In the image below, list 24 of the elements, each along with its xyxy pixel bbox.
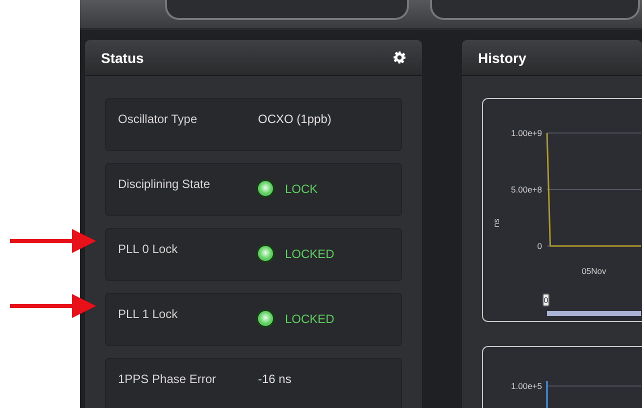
status-label: Disciplining State bbox=[118, 177, 212, 191]
panel-title: History bbox=[478, 50, 526, 66]
status-value: OCXO (1ppb) bbox=[258, 112, 332, 126]
y-axis-label: ns bbox=[492, 218, 501, 228]
top-tab[interactable] bbox=[430, 0, 640, 20]
y-tick-label: 5.00e+8 bbox=[511, 184, 542, 194]
status-label: PLL 1 Lock bbox=[118, 307, 179, 321]
y-tick-label: 0 bbox=[537, 241, 542, 251]
x-axis-label: 05Nov bbox=[582, 266, 606, 276]
top-tab[interactable] bbox=[165, 0, 409, 20]
status-value: -16 ns bbox=[258, 372, 292, 386]
y-tick-label: 1.00e+9 bbox=[511, 128, 542, 138]
status-value: LOCK bbox=[285, 182, 318, 196]
panel-title: Status bbox=[101, 50, 144, 66]
y-tick-label: 1.00e+5 bbox=[511, 381, 542, 391]
range-handle-label: 0 bbox=[544, 296, 548, 305]
status-value: LOCKED bbox=[285, 246, 334, 260]
data-line bbox=[546, 381, 548, 408]
status-label: PLL 0 Lock bbox=[118, 242, 179, 256]
status-value: LOCKED bbox=[285, 312, 334, 326]
status-label: Oscillator Type bbox=[118, 112, 198, 126]
settings-icon[interactable] bbox=[393, 51, 406, 64]
status-label: 1PPS Phase Error bbox=[118, 372, 218, 386]
range-handle[interactable] bbox=[542, 294, 550, 306]
